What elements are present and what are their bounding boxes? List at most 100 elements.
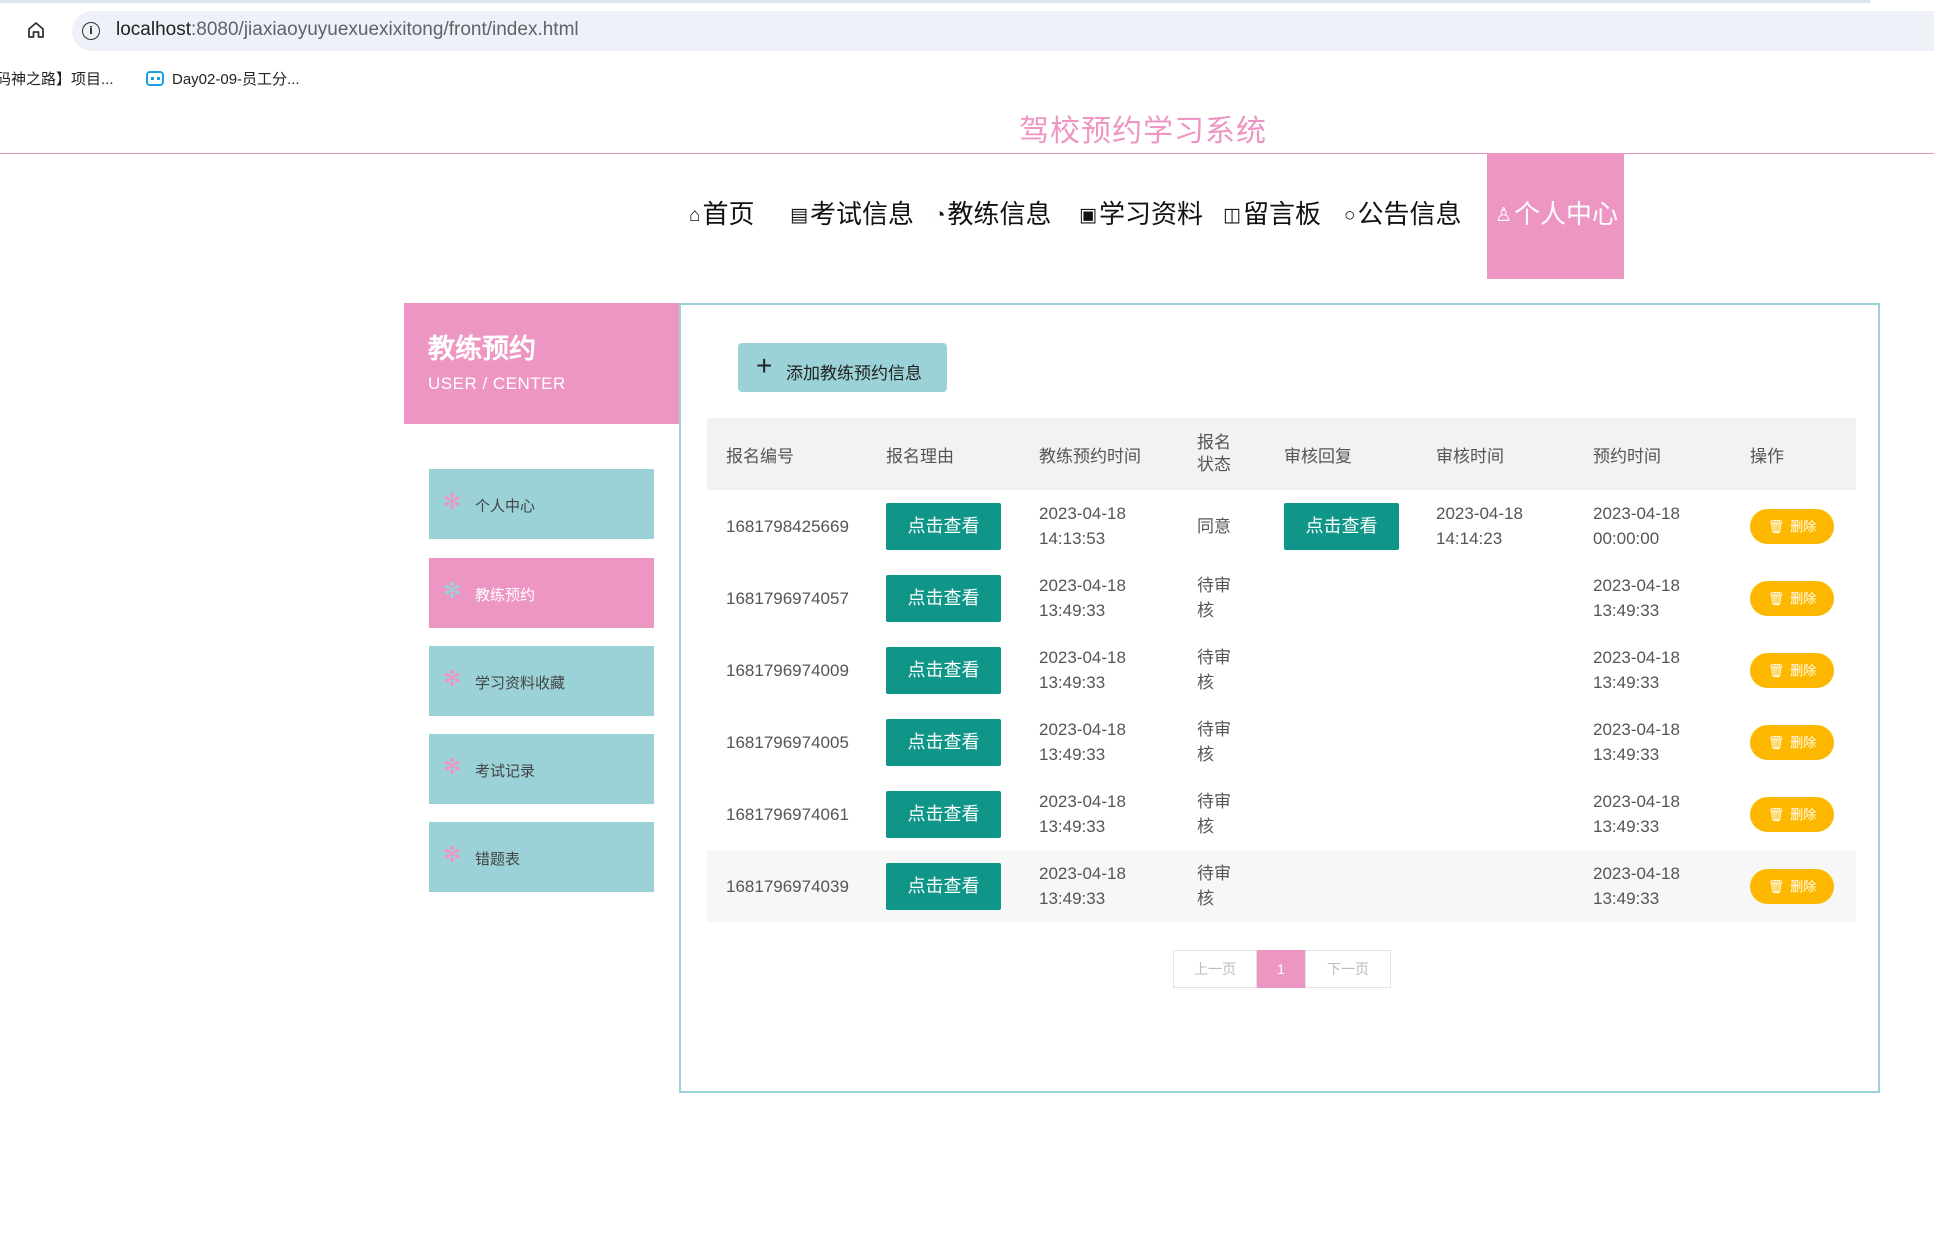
cell-coach-time: 2023-04-18 13:49:33: [1020, 634, 1178, 706]
view-reason-button[interactable]: 点击查看: [886, 646, 1001, 694]
sidebar-item-label: 学习资料收藏: [475, 675, 566, 692]
asterisk-icon: ✻: [443, 666, 462, 691]
trash-icon: 🗑: [1767, 518, 1785, 534]
view-reason-button[interactable]: 点击查看: [886, 502, 1001, 550]
cell-review-time: [1417, 850, 1574, 922]
coach-time: 13:49:33: [1039, 745, 1106, 764]
status-text: 待审核: [1197, 576, 1231, 620]
nav-item-coach[interactable]: ◔教练信息: [934, 154, 1052, 279]
cell-reason: 点击查看: [867, 490, 1020, 562]
cell-coach-time: 2023-04-18 13:49:33: [1020, 778, 1178, 850]
sidebar-item-label: 错题表: [475, 851, 521, 868]
column-header: 报名理由: [867, 418, 1020, 490]
cell-reason: 点击查看: [867, 850, 1020, 922]
cell-actions: 🗑 删除: [1731, 634, 1856, 706]
book-time: 00:00:00: [1593, 529, 1660, 548]
sidebar-item-exam-records[interactable]: ✻ 考试记录: [429, 734, 654, 804]
review-time: 14:14:23: [1436, 529, 1503, 548]
status-text: 待审核: [1197, 792, 1231, 836]
address-text[interactable]: localhost:8080/jiaxiaoyuyuexuexixitong/f…: [116, 19, 579, 41]
view-reason-button[interactable]: 点击查看: [886, 718, 1001, 766]
cell-status: 待审核: [1178, 634, 1265, 706]
bookmarks-bar: 码神之路】项目... Day02-09-员工分...: [0, 62, 1934, 96]
book-time: 13:49:33: [1593, 673, 1660, 692]
coach-date: 2023-04-18: [1039, 864, 1126, 883]
view-reason-button[interactable]: 点击查看: [886, 862, 1001, 910]
cell-status: 同意: [1178, 490, 1265, 562]
coach-date: 2023-04-18: [1039, 504, 1126, 523]
nav-item-notice[interactable]: ○公告信息: [1344, 154, 1462, 279]
book-date: 2023-04-18: [1593, 864, 1680, 883]
sidebar-item-profile[interactable]: ✻ 个人中心: [429, 469, 654, 539]
booking-table: 报名编号 报名理由 教练预约时间 报名状态 审核回复 审核时间 预约时间 操作 …: [707, 418, 1856, 922]
cell-actions: 🗑 删除: [1731, 706, 1856, 778]
cell-coach-time: 2023-04-18 13:49:33: [1020, 562, 1178, 634]
delete-button[interactable]: 🗑 删除: [1750, 796, 1834, 832]
cell-reply: [1265, 850, 1417, 922]
trash-icon: 🗑: [1767, 734, 1785, 750]
delete-button[interactable]: 🗑 删除: [1750, 724, 1834, 760]
add-booking-label: 添加教练预约信息: [786, 364, 922, 383]
cell-review-time: [1417, 562, 1574, 634]
home-icon[interactable]: [22, 16, 50, 44]
nav-item-exam[interactable]: ▤考试信息: [790, 154, 914, 279]
url-path: :8080/jiaxiaoyuyuexuexixitong/front/inde…: [191, 19, 579, 40]
nav-item-messages[interactable]: ◫留言板: [1223, 154, 1321, 279]
cell-status: 待审核: [1178, 562, 1265, 634]
delete-button[interactable]: 🗑 删除: [1750, 652, 1834, 688]
cell-coach-time: 2023-04-18 13:49:33: [1020, 850, 1178, 922]
delete-button[interactable]: 🗑 删除: [1750, 508, 1834, 544]
book-time: 13:49:33: [1593, 601, 1660, 620]
smile-icon: ○: [1344, 205, 1356, 226]
bookmark-item[interactable]: Day02-09-员工分...: [146, 68, 300, 89]
delete-button[interactable]: 🗑 删除: [1750, 868, 1834, 904]
add-booking-button[interactable]: + 添加教练预约信息: [738, 343, 947, 392]
sidebar-item-wrong-questions[interactable]: ✻ 错题表: [429, 822, 654, 892]
delete-label: 删除: [1790, 734, 1817, 750]
sidebar-item-coach-booking[interactable]: ✻ 教练预约: [429, 558, 654, 628]
table-row: 1681796974005 点击查看 2023-04-18 13:49:33 待审核 20…: [707, 706, 1856, 778]
cell-reply: [1265, 562, 1417, 634]
column-header: 操作: [1731, 418, 1856, 490]
view-reason-button[interactable]: 点击查看: [886, 790, 1001, 838]
view-reason-button[interactable]: 点击查看: [886, 574, 1001, 622]
nav-item-profile[interactable]: ♙个人中心: [1487, 154, 1624, 279]
sidebar-title: 教练预约: [428, 334, 536, 364]
column-header-label: 报名状态: [1197, 433, 1231, 474]
cell-reply: [1265, 634, 1417, 706]
column-header: 审核回复: [1265, 418, 1417, 490]
sidebar-item-favorites[interactable]: ✻ 学习资料收藏: [429, 646, 654, 716]
cell-reason: 点击查看: [867, 634, 1020, 706]
delete-button[interactable]: 🗑 删除: [1750, 580, 1834, 616]
cell-coach-time: 2023-04-18 13:49:33: [1020, 706, 1178, 778]
coach-time: 14:13:53: [1039, 529, 1106, 548]
cell-id: 1681796974039: [707, 850, 867, 922]
coach-date: 2023-04-18: [1039, 720, 1126, 739]
book-date: 2023-04-18: [1593, 720, 1680, 739]
trash-icon: 🗑: [1767, 590, 1785, 606]
book-date: 2023-04-18: [1593, 648, 1680, 667]
view-reply-button[interactable]: 点击查看: [1284, 502, 1399, 550]
site-info-icon[interactable]: i: [82, 22, 100, 40]
column-header: 教练预约时间: [1020, 418, 1178, 490]
table-row: 1681798425669 点击查看 2023-04-18 14:13:53 同意 点击查…: [707, 490, 1856, 562]
cell-reply: [1265, 706, 1417, 778]
page-number-current[interactable]: 1: [1257, 950, 1305, 988]
nav-item-home[interactable]: ⌂首页: [689, 154, 755, 279]
cell-id: 1681796974009: [726, 660, 849, 680]
cell-booking-time: 2023-04-18 13:49:33: [1574, 634, 1731, 706]
bookmark-item[interactable]: 码神之路】项目...: [0, 68, 114, 89]
column-header: 报名状态: [1178, 418, 1265, 490]
cell-id: 1681796974005: [726, 732, 849, 752]
next-page-button[interactable]: 下一页: [1305, 950, 1391, 988]
column-header: 预约时间: [1574, 418, 1731, 490]
prev-page-button[interactable]: 上一页: [1173, 950, 1257, 988]
sidebar-subtitle: USER / CENTER: [428, 374, 566, 393]
table-row: 1681796974061 点击查看 2023-04-18 13:49:33 待审核 20…: [707, 778, 1856, 850]
nav-item-materials[interactable]: ▣学习资料: [1079, 154, 1203, 279]
cell-actions: 🗑 删除: [1731, 490, 1856, 562]
cell-coach-time: 2023-04-18 14:13:53: [1020, 490, 1178, 562]
cell-reason: 点击查看: [867, 778, 1020, 850]
table-row: 1681796974009 点击查看 2023-04-18 13:49:33 待审核 20…: [707, 634, 1856, 706]
sidebar-item-label: 个人中心: [475, 498, 536, 515]
